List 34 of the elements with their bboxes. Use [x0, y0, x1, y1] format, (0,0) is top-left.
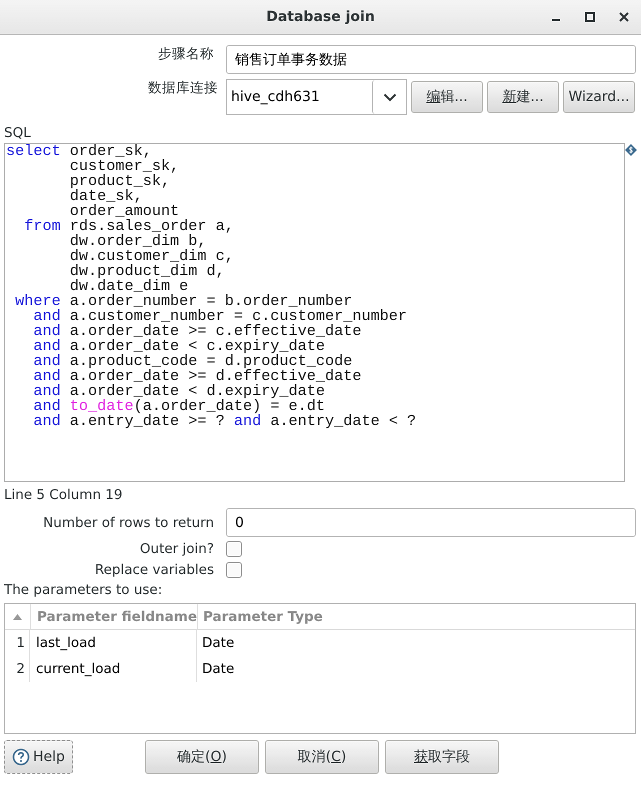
connection-dropdown[interactable]: hive_cdh631 — [226, 79, 407, 115]
dialog-button[interactable]: 确定(O) — [145, 740, 259, 774]
checkbox[interactable] — [226, 541, 242, 557]
table-cell-text: Date — [201, 660, 234, 679]
sort-icon[interactable] — [13, 614, 22, 620]
checkbox[interactable] — [226, 562, 242, 578]
step-name-label: 步骤名称 — [157, 45, 214, 63]
row-number: 2 — [5, 656, 30, 682]
connection-button[interactable]: 编辑... — [411, 81, 483, 113]
help-icon — [12, 748, 30, 766]
step-name-field[interactable]: 销售订单事务数据 — [226, 45, 636, 74]
sql-editor[interactable]: select order_sk, customer_sk, product_sk, date_sk, order_amount from rds.sales_order a, dw.order_dim b, dw.customer_dim c, dw.product_dim d, dw.date_dim e where a.order_number = b.order_number and a.customer_number = c.customer_number and a.order_date >= c.effective_date and a.order_date < c.expiry_date and a.product_code = d.product_code and a.order_date >= d.effective_date and a.order_date < d.expiry_date and to_date(a.order_date) = e.dt and a.entry_date >= ? and a.entry_date < ? — [4, 143, 626, 482]
option-label: Outer join? — [138, 541, 214, 557]
cursor-position: Line 5 Column 19 — [4, 487, 124, 503]
dialog-button[interactable]: 获取字段 — [385, 740, 499, 774]
table-cell-text: Date — [201, 634, 234, 653]
sql-label: SQL — [4, 125, 32, 141]
rows-to-return-field[interactable]: 0 — [226, 508, 636, 537]
table-cell: last_load — [30, 630, 197, 656]
option-label: Replace variables — [94, 562, 214, 578]
window-title: Database join — [266, 9, 375, 25]
connection-button[interactable]: Wizard... — [563, 81, 635, 113]
connection-label: 数据库连接 — [147, 79, 218, 97]
parameters-label: The parameters to use: — [4, 582, 164, 598]
help-button[interactable]: Help — [4, 740, 73, 774]
rows-to-return-label: Number of rows to return — [42, 514, 214, 530]
row-number: 1 — [5, 630, 30, 656]
variable-icon[interactable] — [625, 144, 637, 156]
table-cell: current_load — [30, 656, 197, 682]
close-icon[interactable] — [619, 12, 629, 22]
dialog-button[interactable]: 取消(C) — [265, 740, 379, 774]
maximize-icon[interactable] — [585, 12, 595, 22]
connection-button[interactable]: 新建... — [487, 81, 559, 113]
chevron-down-icon — [382, 92, 396, 102]
